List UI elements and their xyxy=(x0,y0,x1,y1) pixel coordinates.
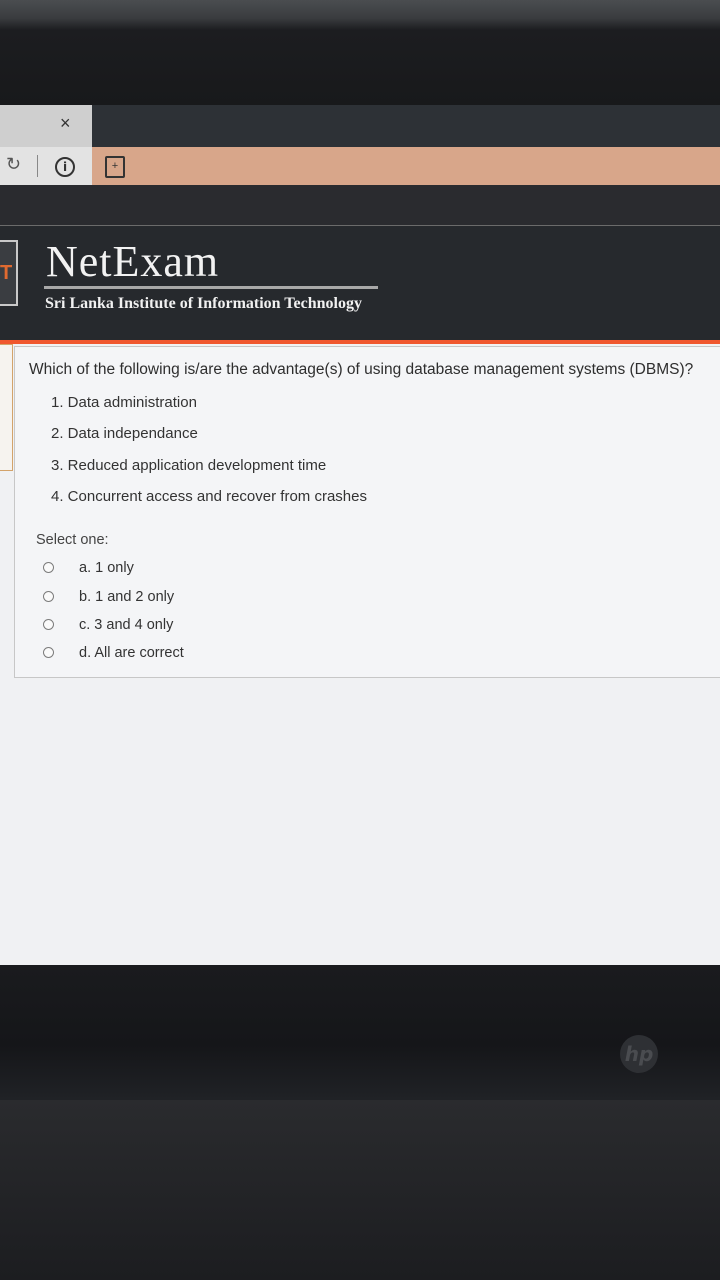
browser-toolbar: ↻ i + xyxy=(0,147,720,185)
hp-logo-icon: hp xyxy=(620,1035,658,1073)
question-item: 3. Reduced application development time xyxy=(51,457,327,474)
close-tab-icon[interactable]: × xyxy=(60,113,71,134)
question-box: Which of the following is/are the advant… xyxy=(14,346,720,678)
nav-controls: ↻ i xyxy=(0,147,92,185)
browser-tab[interactable]: × xyxy=(0,105,92,147)
radio-button[interactable] xyxy=(43,619,54,630)
brand-title: NetExam xyxy=(46,237,220,286)
radio-button[interactable] xyxy=(43,562,54,573)
option-label[interactable]: d. All are correct xyxy=(79,645,184,661)
site-header: T NetExam Sri Lanka Institute of Informa… xyxy=(0,225,720,341)
toolbar-divider xyxy=(37,155,38,177)
radio-button[interactable] xyxy=(43,647,54,658)
brand-underline xyxy=(44,286,378,289)
page-icon[interactable]: + xyxy=(105,156,125,178)
page-content: Which of the following is/are the advant… xyxy=(0,344,720,965)
laptop-bottom-bezel xyxy=(0,965,720,1100)
option-label[interactable]: a. 1 only xyxy=(79,560,134,576)
radio-button[interactable] xyxy=(43,591,54,602)
browser-bar-gap xyxy=(0,185,720,225)
laptop-top-bezel xyxy=(0,0,720,105)
select-one-label: Select one: xyxy=(36,532,109,548)
browser-tab-strip: × xyxy=(0,105,720,147)
question-info-panel xyxy=(0,344,13,471)
info-icon[interactable]: i xyxy=(55,157,75,177)
question-item: 1. Data administration xyxy=(51,394,197,411)
question-item: 4. Concurrent access and recover from cr… xyxy=(51,488,367,505)
screen: × ↻ i + T NetExam Sri Lanka Institute of… xyxy=(0,105,720,965)
question-text: Which of the following is/are the advant… xyxy=(29,361,694,378)
institution-name: Sri Lanka Institute of Information Techn… xyxy=(45,295,362,312)
side-logo-icon: T xyxy=(0,240,18,306)
option-label[interactable]: c. 3 and 4 only xyxy=(79,617,173,633)
option-label[interactable]: b. 1 and 2 only xyxy=(79,589,174,605)
question-item: 2. Data independance xyxy=(51,425,198,442)
reload-icon[interactable]: ↻ xyxy=(6,154,21,175)
laptop-keyboard-deck xyxy=(0,1100,720,1280)
